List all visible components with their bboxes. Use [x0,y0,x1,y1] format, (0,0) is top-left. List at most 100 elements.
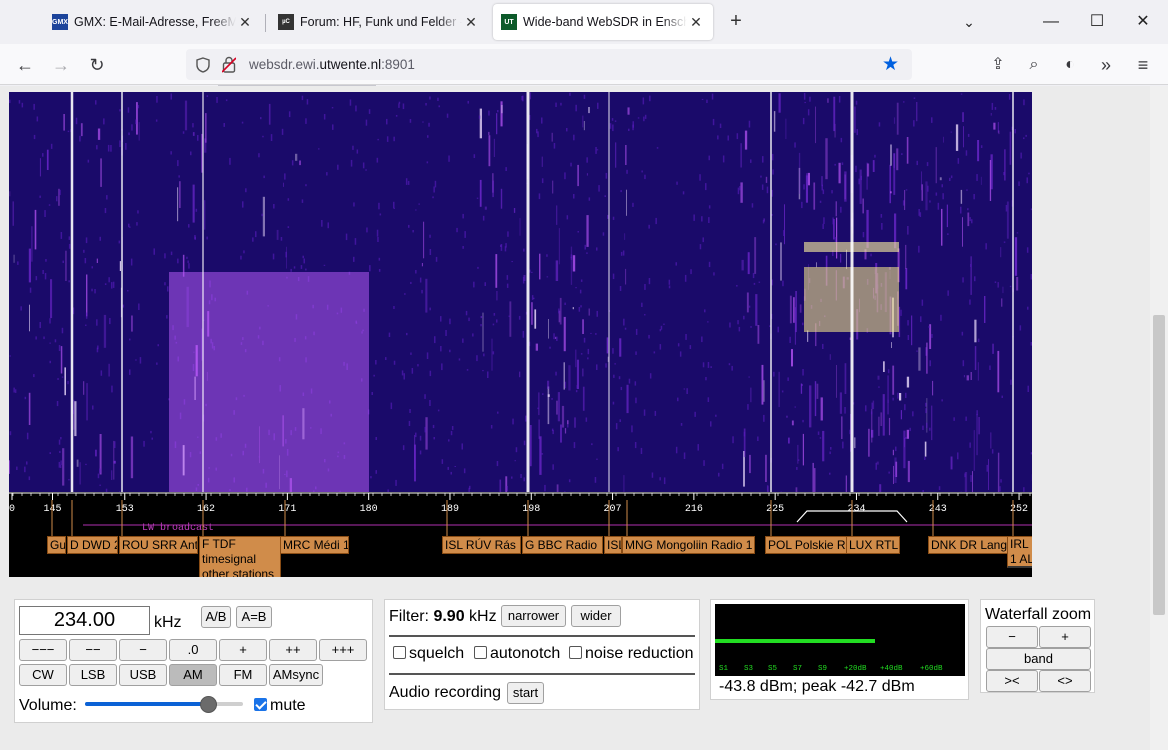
waterfall-zoom-title: Waterfall zoom [985,606,1092,623]
autonotch-toggle[interactable]: autonotch [474,645,560,663]
recording-start-button[interactable]: start [507,682,544,704]
close-tab-icon[interactable]: ✕ [236,14,254,31]
noise-reduction-checkbox[interactable] [569,646,582,659]
reload-icon[interactable]: ↻ [84,52,110,78]
squelch-label: squelch [409,645,465,662]
close-window-icon[interactable]: ✕ [1128,8,1158,36]
autonotch-checkbox[interactable] [474,646,487,659]
forward-arrow-icon[interactable]: → [48,52,74,78]
mode-button-usb[interactable]: USB [119,664,167,686]
mode-button-cw[interactable]: CW [19,664,67,686]
signal-level-bar [715,639,875,643]
mute-checkbox[interactable] [254,698,267,711]
scale-tick-label: 0 [9,504,15,515]
frequency-input[interactable]: 234.00 [19,606,150,635]
list-all-tabs-chevron-icon[interactable]: ⌄ [954,8,984,36]
frequency-scale[interactable]: LW broadcast 014515316217118018919820721… [9,492,1032,577]
minimize-icon[interactable]: — [1036,8,1066,36]
station-label[interactable]: D DWD 2 [67,536,118,554]
scale-tick-label: 243 [929,504,947,515]
forum-favicon-icon: µC [278,14,294,30]
zoom-out-button[interactable]: − [986,626,1038,648]
scale-tick-label: 153 [116,504,134,515]
back-arrow-icon[interactable]: ← [12,52,38,78]
ab-button[interactable]: A/B [201,606,231,628]
url-host: websdr.ewi. [249,57,320,72]
address-bar[interactable]: websdr.ewi.utwente.nl:8901 ★ [186,49,912,80]
narrower-button[interactable]: narrower [501,605,566,627]
tab-websdr[interactable]: UT Wide-band WebSDR in Enschede, the Net… [493,4,713,40]
bookmark-star-icon[interactable]: ★ [882,53,899,76]
shield-icon[interactable] [196,57,210,73]
gmx-favicon-icon: GMX [52,14,68,30]
tune-step-button[interactable]: ++ [269,639,317,661]
tune-step-button[interactable]: +++ [319,639,367,661]
tune-step-button[interactable]: −−− [19,639,67,661]
station-label[interactable]: LUX RTL [846,536,900,554]
close-tab-icon[interactable]: ✕ [687,14,705,31]
url-domain: utwente.nl [319,57,382,72]
tune-step-button[interactable]: + [219,639,267,661]
noise-reduction-toggle[interactable]: noise reduction [569,645,694,663]
noise-reduction-label: noise reduction [585,645,694,662]
zoom-narrow-view-button[interactable]: >< [986,670,1038,692]
station-label[interactable]: F TDF timesignal other stations ionosphe… [199,536,281,577]
scale-tick-label: 180 [360,504,378,515]
maximize-icon[interactable]: ☐ [1082,8,1112,36]
tab-strip: GMX GMX: E-Mail-Adresse, FreeMail, De-Ma… [0,0,1168,44]
station-label[interactable]: ISL [604,536,622,554]
search-icon[interactable]: ⌕ [1021,52,1047,78]
station-label[interactable]: IRL RTÉ Radio 1 ALG Chaîne 3 [1007,536,1032,568]
filter-panel: Filter: 9.90 kHz narrower wider squelch … [384,599,700,710]
audio-recording-label: Audio recording [389,684,502,701]
close-tab-icon[interactable]: ✕ [462,14,480,31]
page-scrollbar-thumb[interactable] [1153,315,1165,615]
new-tab-plus-icon[interactable]: + [724,10,748,34]
frequency-unit: kHz [154,614,182,631]
zoom-widen-view-button[interactable]: <> [1039,670,1091,692]
station-label[interactable]: ROU SRR Ant [119,536,198,554]
mode-button-fm[interactable]: FM [219,664,267,686]
zoom-in-button[interactable]: + [1039,626,1091,648]
zoom-band-button[interactable]: band [986,648,1091,670]
station-label[interactable]: Gu [47,536,66,554]
hamburger-menu-icon[interactable]: ≡ [1130,52,1156,78]
station-label[interactable]: MRC Médi 1 [280,536,349,554]
filter-label: Filter: [389,608,429,625]
scale-tick-label: 171 [278,504,296,515]
tab-title: Forum: HF, Funk und Felder - Mikrocontro… [300,15,462,29]
mode-button-amsync[interactable]: AMsync [269,664,323,686]
filter-readout: Filter: 9.90 kHz [389,608,497,626]
station-label[interactable]: G BBC Radio [522,536,603,554]
tab-forum[interactable]: µC Forum: HF, Funk und Felder - Mikrocon… [270,4,488,40]
insecure-lock-icon[interactable] [222,56,236,73]
pocket-save-icon[interactable]: ⇪ [985,52,1011,78]
frequency-panel: 234.00 kHz A/B A=B −−− −− − .0 + ++ +++ CW LSB U… [14,599,373,723]
smeter-panel: S1 S3 S5 S7 S9 +20dB +40dB +60dB -43.8 dBm; pea… [710,599,969,700]
overflow-chevrons-icon[interactable]: » [1093,52,1119,78]
waterfall-display[interactable] [9,92,1032,492]
a-equals-b-button[interactable]: A=B [236,606,272,628]
station-label[interactable]: ISL RÚV Rás [442,536,521,554]
mute-label: mute [270,697,306,714]
tune-step-button[interactable]: − [119,639,167,661]
squelch-toggle[interactable]: squelch [393,645,464,663]
smeter-scale-label: S9 [818,665,827,673]
station-label[interactable]: DNK DR Lang [928,536,1008,554]
tab-title: GMX: E-Mail-Adresse, FreeMail, De-Mail &… [74,15,236,29]
squelch-checkbox[interactable] [393,646,406,659]
tune-step-button[interactable]: .0 [169,639,217,661]
signal-meter: S1 S3 S5 S7 S9 +20dB +40dB +60dB [715,604,965,676]
station-label[interactable]: POL Polskie R [765,536,847,554]
mute-control[interactable]: mute [254,697,306,715]
smeter-scale-label: S1 [719,665,729,673]
extensions-icon[interactable]: ◐ [1057,52,1083,78]
wider-button[interactable]: wider [571,605,621,627]
volume-label: Volume: [19,697,77,714]
tab-gmx[interactable]: GMX GMX: E-Mail-Adresse, FreeMail, De-Ma… [44,4,262,40]
station-label[interactable]: MNG Mongoliin Radio 1 [622,536,755,554]
volume-slider[interactable] [85,694,243,716]
mode-button-am[interactable]: AM [169,664,217,686]
mode-button-lsb[interactable]: LSB [69,664,117,686]
tune-step-button[interactable]: −− [69,639,117,661]
